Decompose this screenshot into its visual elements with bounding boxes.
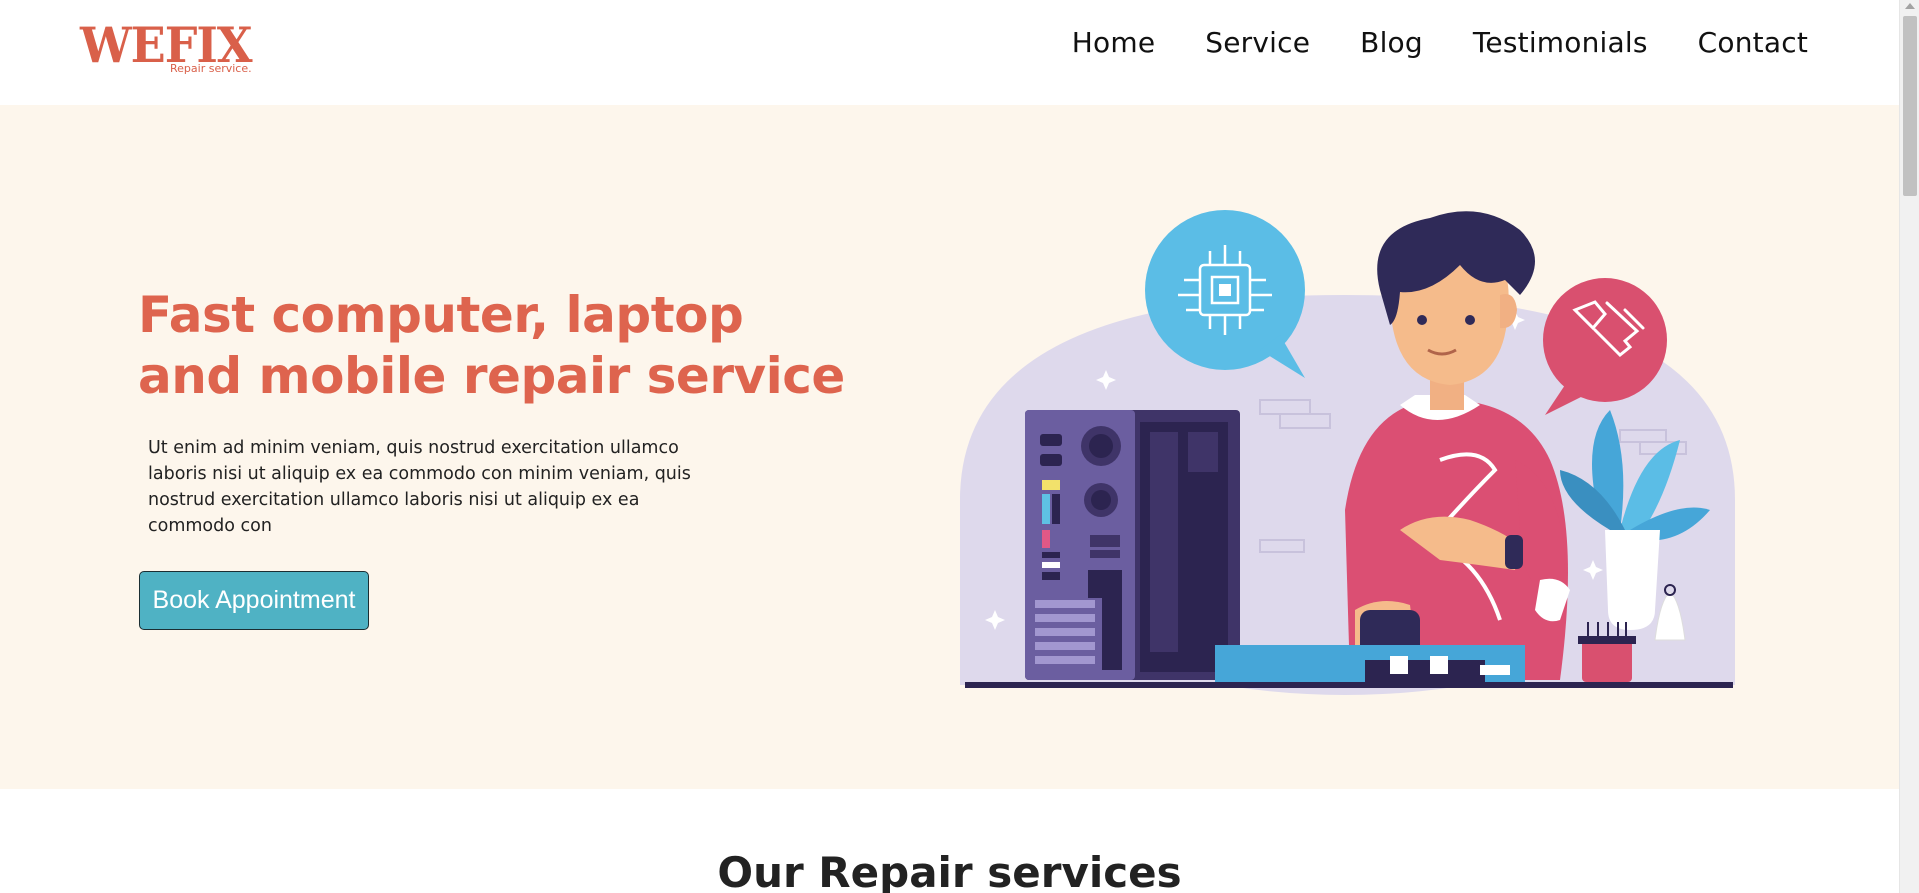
pc-tower (1025, 410, 1240, 680)
page-scrollbar[interactable] (1899, 0, 1919, 893)
hero-title: Fast computer, laptop and mobile repair … (138, 285, 845, 407)
hero-description: Ut enim ad minim veniam, quis nostrud ex… (148, 438, 691, 536)
nav-contact[interactable]: Contact (1698, 26, 1808, 59)
logo-tagline: Repair service. (170, 62, 252, 75)
services-heading: Our Repair services (717, 848, 1182, 893)
page: WEFIX Repair service. Home Service Blog … (0, 0, 1899, 893)
main-nav: Home Service Blog Testimonials Contact (1072, 26, 1808, 59)
nav-service[interactable]: Service (1205, 26, 1310, 59)
hero-title-line-2: and mobile repair service (138, 347, 845, 405)
nav-blog[interactable]: Blog (1360, 26, 1423, 59)
book-appointment-button[interactable]: Book Appointment (139, 571, 369, 630)
hero-section: Fast computer, laptop and mobile repair … (0, 105, 1899, 789)
nav-home[interactable]: Home (1072, 26, 1156, 59)
nav-testimonials[interactable]: Testimonials (1473, 26, 1648, 59)
site-header: WEFIX Repair service. Home Service Blog … (0, 0, 1899, 105)
hero-title-line-1: Fast computer, laptop (138, 286, 744, 344)
scroll-thumb[interactable] (1903, 16, 1917, 196)
scroll-up-arrow-icon[interactable] (1905, 3, 1915, 9)
repair-technician-illustration (960, 200, 1735, 695)
logo[interactable]: WEFIX Repair service. (80, 21, 270, 82)
